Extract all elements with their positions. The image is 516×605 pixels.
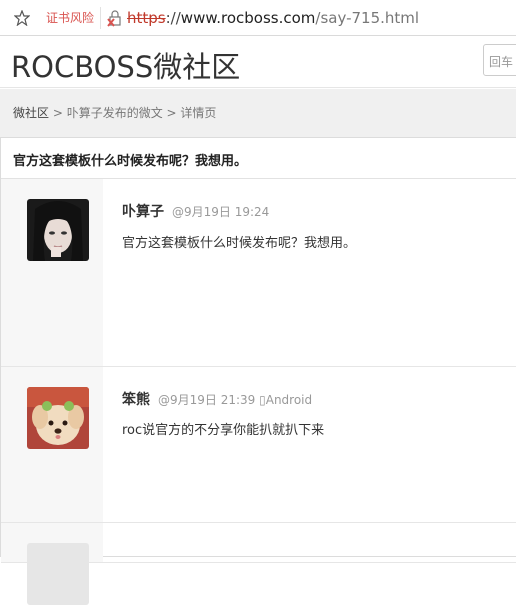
breadcrumb-separator: > xyxy=(49,106,67,120)
breadcrumb: 微社区 > 卟算子发布的微文 > 详情页 xyxy=(13,104,216,121)
post-item xyxy=(1,523,516,605)
post-item: 笨熊 @9月19日 21:39 ▯Android roc说官方的不分享你能扒就扒下… xyxy=(1,367,516,523)
post-time: @9月19日 19:24 xyxy=(172,205,270,219)
search-input[interactable]: 回车 xyxy=(483,44,516,76)
post-meta: 卟算子 @9月19日 19:24 xyxy=(122,201,269,221)
topic-title: 官方这套模板什么时候发布呢？我想用。 xyxy=(1,138,516,179)
post-device: Android xyxy=(265,393,313,407)
url-host: www.rocboss.com xyxy=(180,8,316,27)
post-author[interactable]: 卟算子 xyxy=(122,204,164,220)
breadcrumb-user-posts-link[interactable]: 卟算子发布的微文 xyxy=(67,106,163,120)
bookmark-star-icon[interactable] xyxy=(12,8,32,28)
breadcrumb-separator: > xyxy=(162,106,181,120)
page-body: 微社区 > 卟算子发布的微文 > 详情页 官方这套模板什么时候发布呢？我想用。 … xyxy=(0,89,516,605)
post-time: @9月19日 21:39 xyxy=(158,393,256,407)
url-separator: :// xyxy=(165,8,181,27)
post-meta: 笨熊 @9月19日 21:39 ▯Android xyxy=(122,389,312,409)
avatar[interactable] xyxy=(27,387,89,449)
breadcrumb-current: 详情页 xyxy=(180,106,217,120)
post-author[interactable]: 笨熊 xyxy=(122,392,150,408)
mobile-device-icon: ▯ xyxy=(255,393,266,407)
certificate-warning[interactable]: 证书风险 xyxy=(40,6,102,29)
url-path: /say-715.html xyxy=(315,8,420,27)
topic-panel: 官方这套模板什么时候发布呢？我想用。 卟算子 @9月19日 19:24 官方这套模… xyxy=(0,137,516,605)
post-content: 官方这套模板什么时候发布呢？我想用。 xyxy=(122,236,357,251)
post-item: 卟算子 @9月19日 19:24 官方这套模板什么时候发布呢？我想用。 xyxy=(1,179,516,367)
broken-lock-icon[interactable] xyxy=(107,9,123,27)
avatar[interactable] xyxy=(27,199,89,261)
url-field[interactable]: https://www.rocboss.com/say-715.html xyxy=(127,9,419,27)
url-scheme: https xyxy=(127,8,166,27)
post-content: roc说官方的不分享你能扒就扒下来 xyxy=(122,423,325,438)
avatar[interactable] xyxy=(27,543,89,605)
site-header: ROCBOSS微社区 回车 xyxy=(0,36,516,88)
site-logo[interactable]: ROCBOSS微社区 xyxy=(11,44,240,86)
breadcrumb-home-link[interactable]: 微社区 xyxy=(13,106,49,120)
browser-address-bar: 证书风险 https://www.rocboss.com/say-715.htm… xyxy=(0,0,516,36)
